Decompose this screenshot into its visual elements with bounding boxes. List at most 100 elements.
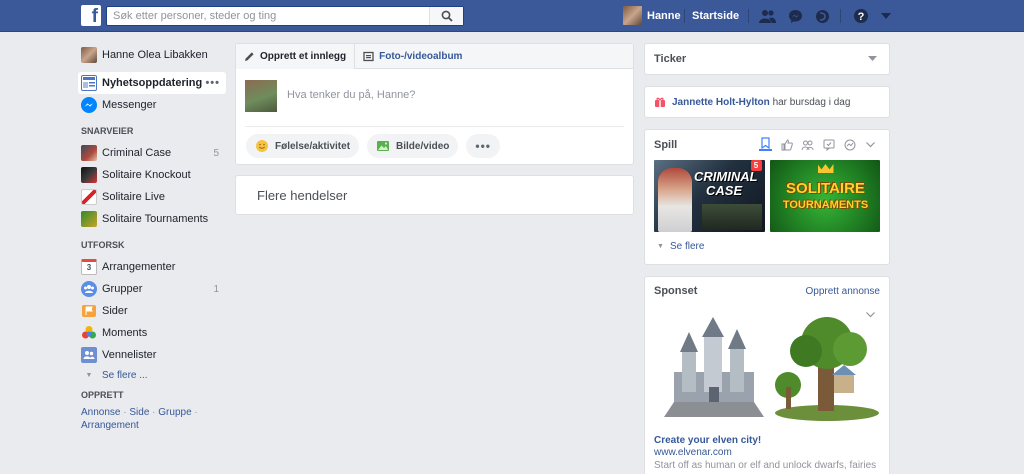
- post-composer: Opprett et innlegg Foto-/videoalbum Hva …: [235, 43, 634, 165]
- album-icon: [363, 51, 374, 61]
- create-ad-link[interactable]: Annonse: [81, 407, 120, 418]
- friends-playing-icon[interactable]: [801, 138, 814, 151]
- tab-photo-album[interactable]: Foto-/videoalbum: [354, 43, 470, 69]
- feeling-activity-button[interactable]: Følelse/aktivitet: [246, 134, 360, 158]
- search-icon: [441, 10, 453, 22]
- more-actions-button[interactable]: •••: [466, 134, 500, 158]
- sidebar-item-events[interactable]: 3 Arrangementer: [81, 256, 226, 278]
- chevron-down-icon[interactable]: [864, 138, 877, 151]
- game-tile-solitaire-tournaments[interactable]: SOLITAIRE TOURNAMENTS: [769, 160, 880, 232]
- search-input[interactable]: [107, 7, 427, 25]
- messages-icon[interactable]: [786, 7, 804, 25]
- profile-link[interactable]: Hanne: [623, 6, 681, 25]
- thumbs-up-icon[interactable]: [780, 138, 793, 151]
- games-see-more-link[interactable]: ▼ Se flere: [645, 232, 889, 252]
- games-header: Spill: [645, 130, 889, 160]
- sidebar-item-news-feed[interactable]: Nyhetsoppdatering •••: [78, 72, 226, 94]
- birthday-person-link[interactable]: Jannette Holt-Hylton: [672, 97, 770, 108]
- create-page-link[interactable]: Side: [129, 407, 149, 418]
- game-tile-criminal-case[interactable]: CRIMINAL CASE 5: [654, 160, 765, 232]
- profile-name: Hanne: [647, 9, 681, 22]
- create-links: Annonse · Side · Gruppe · Arrangement: [81, 406, 226, 432]
- ticker-panel: Ticker: [644, 43, 890, 75]
- ad-description: Start off as human or elf and unlock dwa…: [654, 460, 877, 471]
- search-button[interactable]: [429, 7, 463, 25]
- tab-label: Opprett et innlegg: [260, 50, 347, 62]
- friend-list-icon: [81, 347, 97, 363]
- notification-count: 1: [213, 283, 219, 295]
- facebook-logo[interactable]: f: [81, 5, 101, 26]
- sidebar-item-friend-lists[interactable]: Vennelister: [81, 344, 226, 366]
- sidebar-item-pages[interactable]: Sider: [81, 300, 226, 322]
- sidebar-item-solitaire-tournaments[interactable]: Solitaire Tournaments: [81, 208, 226, 230]
- moments-icon: [81, 325, 97, 341]
- see-more-label: Se flere ...: [102, 369, 148, 381]
- divider: [684, 9, 685, 23]
- pencil-icon: [245, 51, 254, 61]
- create-group-link[interactable]: Gruppe: [158, 407, 191, 418]
- activity-icon[interactable]: [843, 138, 856, 151]
- chevron-down-icon: ▼: [657, 243, 664, 250]
- sidebar-item-profile[interactable]: Hanne Olea Libakken: [81, 44, 226, 66]
- sidebar-item-criminal-case[interactable]: Criminal Case 5: [81, 142, 226, 164]
- help-icon[interactable]: ?: [852, 7, 870, 25]
- more-events-card[interactable]: Flere hendelser: [235, 175, 634, 215]
- calendar-icon: 3: [81, 259, 97, 275]
- games-panel: Spill CRIMINAL CASE 5 SOLITAIRE TOURNAME…: [644, 129, 890, 265]
- ad-title[interactable]: Create your elven city!: [645, 429, 889, 446]
- bookmark-icon[interactable]: [759, 136, 772, 151]
- sidebar-item-solitaire-live[interactable]: Solitaire Live: [81, 186, 226, 208]
- section-heading-shortcuts: SNARVEIER: [81, 126, 134, 136]
- photo-video-button[interactable]: Bilde/video: [367, 134, 459, 158]
- create-event-link[interactable]: Arrangement: [81, 420, 139, 431]
- notifications-icon[interactable]: [813, 7, 831, 25]
- birthday-text: har bursdag i dag: [772, 96, 851, 108]
- flag-icon: [81, 303, 97, 319]
- sidebar-item-label: Grupper: [102, 283, 143, 295]
- account-menu-icon[interactable]: [877, 7, 895, 25]
- game-scene-image: [702, 204, 762, 230]
- sidebar-item-label: Solitaire Knockout: [102, 169, 191, 181]
- composer-actions: Følelse/aktivitet Bilde/video •••: [236, 127, 633, 158]
- button-label: Bilde/video: [396, 140, 450, 152]
- avatar: [245, 80, 277, 112]
- divider: [748, 9, 749, 23]
- see-more-link[interactable]: ▼ Se flere ...: [81, 366, 226, 384]
- birthday-reminder: Jannette Holt-Hylton har bursdag i dag: [644, 86, 890, 118]
- game-invites-icon[interactable]: [822, 138, 835, 151]
- sponsored-panel: Sponset Opprett annonse Create your elve…: [644, 276, 890, 474]
- home-link[interactable]: Startside: [692, 10, 739, 22]
- composer-tabs: Opprett et innlegg Foto-/videoalbum: [236, 43, 633, 69]
- sidebar-item-moments[interactable]: Moments: [81, 322, 226, 344]
- section-heading-create: OPPRETT: [81, 390, 124, 400]
- sidebar-item-messenger[interactable]: Messenger: [81, 94, 226, 116]
- friend-requests-icon[interactable]: [758, 7, 776, 25]
- games-title: Spill: [654, 139, 678, 151]
- svg-text:?: ?: [858, 11, 865, 23]
- ad-image[interactable]: [654, 305, 880, 429]
- separator: ·: [191, 407, 198, 418]
- notification-count: 5: [213, 147, 219, 159]
- crown-icon: [817, 164, 834, 173]
- sidebar-item-label: Hanne Olea Libakken: [102, 49, 208, 61]
- notification-badge: 5: [750, 160, 762, 171]
- ad-url[interactable]: www.elvenar.com: [645, 446, 889, 458]
- sidebar-item-solitaire-knockout[interactable]: Solitaire Knockout: [81, 164, 226, 186]
- tree-house-illustration: [775, 317, 879, 421]
- status-input[interactable]: Hva tenker du på, Hanne?: [287, 89, 415, 101]
- create-ad-link[interactable]: Opprett annonse: [806, 286, 881, 297]
- chevron-down-icon[interactable]: [868, 56, 877, 62]
- sidebar-item-groups[interactable]: Grupper 1: [81, 278, 226, 300]
- see-more-label: Se flere: [669, 241, 705, 252]
- criminal-case-game-icon: [81, 145, 97, 161]
- solitaire-live-game-icon: [81, 189, 97, 205]
- solitaire-knockout-game-icon: [81, 167, 97, 183]
- separator: ·: [149, 407, 159, 418]
- section-heading-explore: UTFORSK: [81, 240, 125, 250]
- more-options-icon[interactable]: •••: [205, 77, 220, 89]
- button-label: Følelse/aktivitet: [275, 140, 351, 152]
- sponsored-header: Sponset Opprett annonse: [645, 277, 889, 305]
- top-navigation-bar: f Hanne Startside ?: [0, 0, 1024, 32]
- tab-create-post[interactable]: Opprett et innlegg: [236, 43, 355, 69]
- sidebar-item-label: Arrangementer: [102, 261, 176, 273]
